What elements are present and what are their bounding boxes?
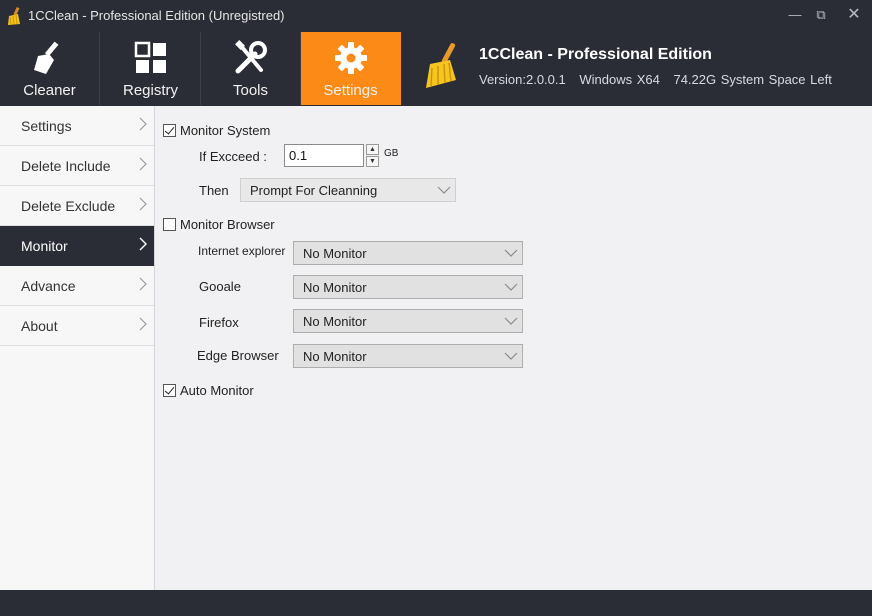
checkbox-box[interactable] xyxy=(163,124,176,137)
sidebar-item-settings[interactable]: Settings xyxy=(0,106,154,146)
close-button[interactable]: ✕ xyxy=(845,6,863,24)
tab-cleaner[interactable]: Cleaner xyxy=(0,32,100,105)
product-title: 1CClean - Professional Edition xyxy=(479,46,712,63)
select-value: No Monitor xyxy=(303,280,367,295)
chevron-right-icon xyxy=(139,277,147,291)
tab-registry[interactable]: Registry xyxy=(101,32,201,105)
checkbox-label: Monitor System xyxy=(180,123,271,138)
exceed-size-stepper[interactable]: ▲ ▼ xyxy=(366,144,379,167)
select-value: No Monitor xyxy=(303,246,367,261)
exceed-size-input[interactable] xyxy=(284,144,364,167)
monitor-panel: Monitor System If Excceed : ▲ ▼ GB Then … xyxy=(155,106,872,590)
browser-name-ie: Internet explorer xyxy=(198,244,286,258)
sidebar-item-label: Delete Exclude xyxy=(21,198,116,214)
tab-settings-label: Settings xyxy=(323,82,378,99)
stepper-up-button[interactable]: ▲ xyxy=(366,144,379,155)
checkbox-box[interactable] xyxy=(163,384,176,397)
tab-registry-label: Registry xyxy=(122,82,178,99)
settings-sidebar: Settings Delete Include Delete Exclude M… xyxy=(0,106,155,590)
sidebar-item-label: Monitor xyxy=(21,238,68,254)
if-exceed-label: If Excceed : xyxy=(199,149,267,164)
sidebar-item-label: About xyxy=(21,318,58,334)
grid-icon xyxy=(134,41,166,73)
gear-icon xyxy=(335,42,367,74)
ie-monitor-select[interactable]: No Monitor xyxy=(293,241,523,265)
chevron-down-icon xyxy=(504,317,518,325)
chevron-right-icon xyxy=(139,237,147,251)
tab-settings[interactable]: Settings xyxy=(301,32,401,105)
tools-icon xyxy=(235,40,267,74)
tab-tools-label: Tools xyxy=(232,82,269,99)
sidebar-item-label: Delete Include xyxy=(21,158,111,174)
chevron-right-icon xyxy=(139,157,147,171)
chevron-down-icon xyxy=(504,249,518,257)
sidebar-item-about[interactable]: About xyxy=(0,306,154,346)
broom-app-icon xyxy=(8,6,20,25)
window-title: 1CClean - Professional Edition (Unregist… xyxy=(28,8,285,23)
tab-cleaner-label: Cleaner xyxy=(23,82,76,99)
sidebar-item-label: Advance xyxy=(21,278,76,294)
edge-monitor-select[interactable]: No Monitor xyxy=(293,344,523,368)
select-value: No Monitor xyxy=(303,314,367,329)
sidebar-item-delete-include[interactable]: Delete Include xyxy=(0,146,154,186)
sidebar-item-delete-exclude[interactable]: Delete Exclude xyxy=(0,186,154,226)
google-monitor-select[interactable]: No Monitor xyxy=(293,275,523,299)
sidebar-item-advance[interactable]: Advance xyxy=(0,266,154,306)
minimize-button[interactable]: — xyxy=(786,6,804,24)
main-toolbar: Cleaner Registry Tools Settings 1CClean … xyxy=(0,32,872,106)
space-left-text: 74.22G System Space Left xyxy=(673,72,832,87)
os-text: Windows X64 xyxy=(579,72,660,87)
then-action-select[interactable]: Prompt For Cleanning xyxy=(240,178,456,202)
chevron-right-icon xyxy=(139,197,147,211)
title-bar: 1CClean - Professional Edition (Unregist… xyxy=(0,0,872,32)
browser-name-firefox: Firefox xyxy=(199,315,239,330)
version-info: Version:2.0.0.1 Windows X64 74.22G Syste… xyxy=(479,72,841,87)
restore-button[interactable]: ⧉ xyxy=(812,6,830,24)
chevron-down-icon xyxy=(437,186,451,194)
unit-label: GB xyxy=(384,148,399,159)
chevron-down-icon xyxy=(504,283,518,291)
then-label: Then xyxy=(199,183,229,198)
select-value: Prompt For Cleanning xyxy=(250,183,378,198)
sidebar-item-label: Settings xyxy=(21,118,72,134)
browser-name-edge: Edge Browser xyxy=(197,348,279,363)
chevron-down-icon xyxy=(504,352,518,360)
tab-tools[interactable]: Tools xyxy=(201,32,301,105)
sidebar-item-monitor[interactable]: Monitor xyxy=(0,226,154,266)
chevron-right-icon xyxy=(139,317,147,331)
stepper-down-button[interactable]: ▼ xyxy=(366,156,379,167)
select-value: No Monitor xyxy=(303,349,367,364)
status-bar xyxy=(0,590,872,616)
chevron-right-icon xyxy=(139,117,147,131)
browser-name-google: Gooale xyxy=(199,279,241,294)
version-text: Version:2.0.0.1 xyxy=(479,72,566,87)
checkbox-label: Auto Monitor xyxy=(180,383,254,398)
checkbox-box[interactable] xyxy=(163,218,176,231)
broom-icon xyxy=(34,41,59,74)
broom-logo-icon xyxy=(426,43,456,88)
firefox-monitor-select[interactable]: No Monitor xyxy=(293,309,523,333)
checkbox-label: Monitor Browser xyxy=(180,217,275,232)
